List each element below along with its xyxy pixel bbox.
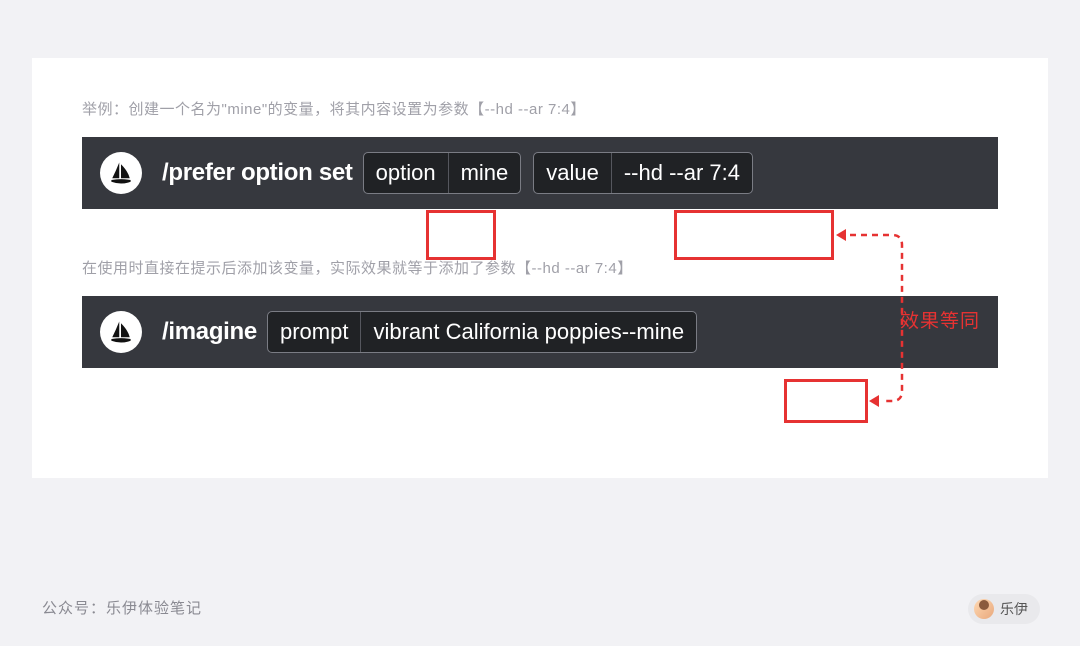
bot-avatar xyxy=(100,152,142,194)
value-field[interactable]: value --hd --ar 7:4 xyxy=(533,152,753,194)
value-value: --hd --ar 7:4 xyxy=(612,153,752,193)
midjourney-sailboat-icon xyxy=(107,159,135,187)
value-label: value xyxy=(534,153,612,193)
option-field[interactable]: option mine xyxy=(363,152,522,194)
prompt-field[interactable]: prompt vibrant California poppies --mine xyxy=(267,311,697,353)
option-label: option xyxy=(364,153,449,193)
arrow-left-icon xyxy=(836,229,846,241)
highlight-box-mine-usage xyxy=(784,379,868,423)
caption-top: 举例：创建一个名为"mine"的变量，将其内容设置为参数【--hd --ar 7… xyxy=(82,98,998,119)
bot-avatar xyxy=(100,311,142,353)
highlight-box-mine xyxy=(426,210,496,260)
option-value: mine xyxy=(449,153,521,193)
footer-credit: 公众号：乐伊体验笔记 xyxy=(42,597,202,618)
equivalence-label: 效果等同 xyxy=(900,306,980,333)
arrow-left-icon xyxy=(869,395,879,407)
midjourney-sailboat-icon xyxy=(107,318,135,346)
highlight-box-params xyxy=(674,210,834,260)
discord-input-bar-1: /prefer option set option mine value --h… xyxy=(82,137,998,209)
prompt-text-suffix: --mine xyxy=(622,319,684,345)
author-chip[interactable]: 乐伊 xyxy=(968,594,1040,624)
prompt-label: prompt xyxy=(268,312,361,352)
slash-command: /imagine xyxy=(162,318,257,346)
caption-bottom: 在使用时直接在提示后添加该变量，实际效果就等于添加了参数【--hd --ar 7… xyxy=(82,257,998,278)
slash-command: /prefer option set xyxy=(162,159,353,187)
author-avatar-icon xyxy=(974,599,994,619)
prompt-text-main: vibrant California poppies xyxy=(373,319,621,345)
author-name: 乐伊 xyxy=(1000,599,1028,619)
tutorial-card: 举例：创建一个名为"mine"的变量，将其内容设置为参数【--hd --ar 7… xyxy=(32,58,1048,478)
prompt-value: vibrant California poppies --mine xyxy=(361,312,696,352)
discord-input-bar-2: /imagine prompt vibrant California poppi… xyxy=(82,296,998,368)
